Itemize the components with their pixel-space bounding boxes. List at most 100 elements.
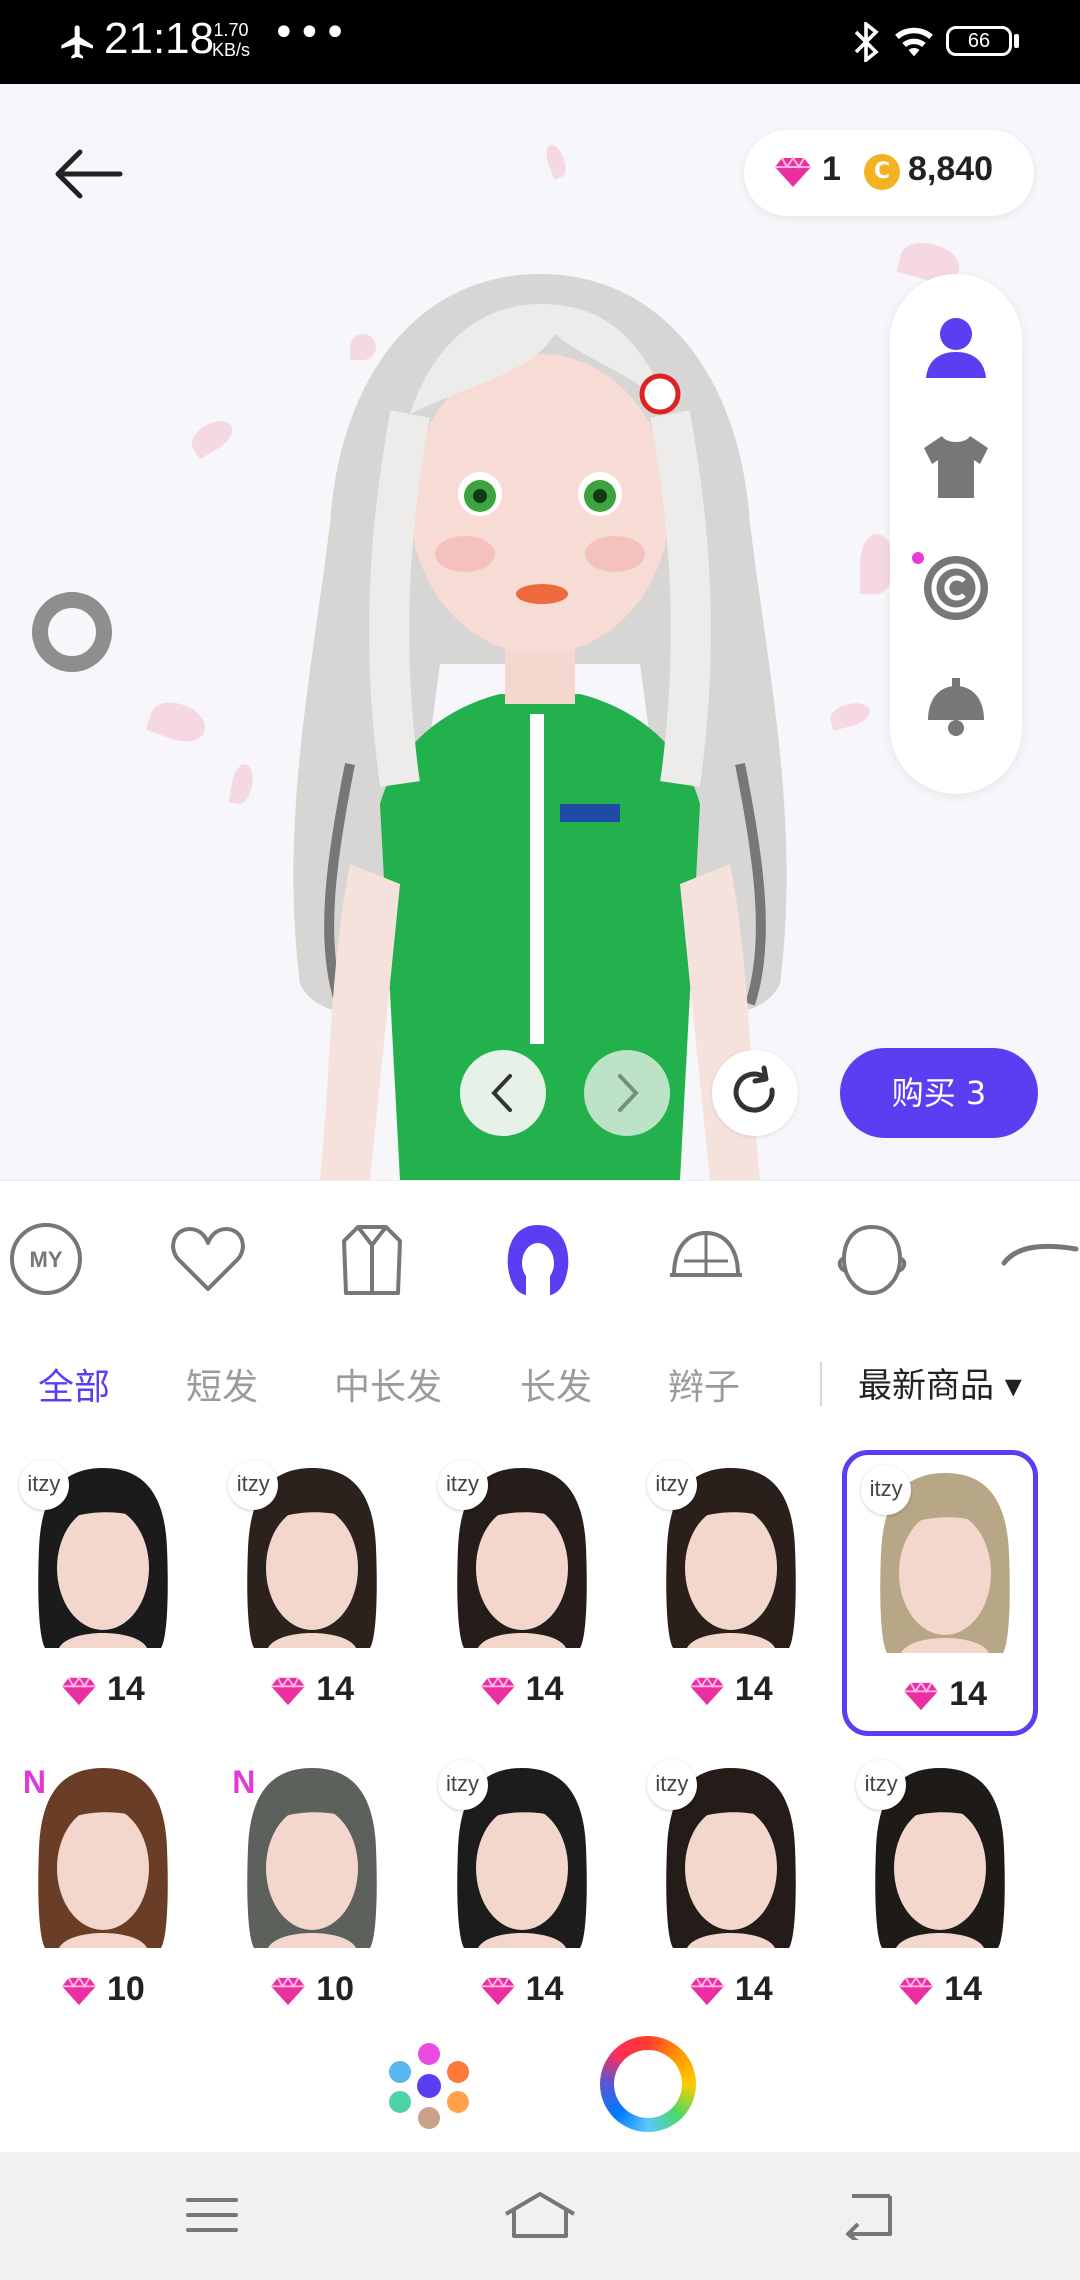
new-badge: N <box>232 1764 256 1800</box>
brand-badge: itzy <box>856 1760 907 1810</box>
back-nav-icon <box>846 2194 892 2244</box>
previous-item-button[interactable] <box>460 1050 546 1136</box>
hair-item[interactable]: N 10 <box>5 1750 201 2036</box>
hair-item[interactable]: itzy 14 <box>424 1450 620 1736</box>
petal-decoration <box>145 695 211 749</box>
my-icon: MY <box>10 1223 82 1295</box>
category-outfit[interactable] <box>330 1217 414 1301</box>
hair-item[interactable]: itzy 14 <box>633 1450 829 1736</box>
item-price-value: 14 <box>944 1970 983 2008</box>
view-lamp-button[interactable] <box>916 668 996 748</box>
hair-length-tabs: 全部 短发 中长发 长发 辫子 最新商品 ▾ <box>0 1348 1080 1428</box>
coin-icon: C <box>864 154 900 190</box>
record-button[interactable] <box>32 592 112 672</box>
item-price: 14 <box>847 1675 1043 1714</box>
tab-all[interactable]: 全部 <box>38 1358 110 1410</box>
view-side-menu <box>890 274 1022 794</box>
item-price: 14 <box>5 1670 201 1709</box>
category-my[interactable]: MY <box>4 1217 88 1301</box>
gem-icon <box>480 1976 515 2006</box>
battery-indicator: 66 <box>946 26 1012 56</box>
gem-icon <box>62 1676 96 1706</box>
hair-item[interactable]: itzy 14 <box>633 1750 829 2036</box>
person-icon <box>926 318 986 378</box>
home-button[interactable] <box>502 2190 576 2240</box>
category-face[interactable] <box>830 1217 914 1301</box>
bluetooth-icon <box>854 22 879 62</box>
heart-icon <box>171 1227 245 1291</box>
clock: 21:18 <box>104 14 215 63</box>
category-favorites[interactable] <box>166 1217 250 1301</box>
tab-short[interactable]: 短发 <box>186 1358 258 1410</box>
gem-icon <box>480 1676 515 1706</box>
hair-item[interactable]: N 10 <box>214 1750 410 2036</box>
category-hat[interactable] <box>664 1217 748 1301</box>
brand-badge: itzy <box>646 1460 697 1510</box>
home-icon <box>504 2192 576 2238</box>
item-price-value: 14 <box>316 1670 355 1708</box>
chevron-right-icon <box>618 1074 639 1112</box>
view-copyright-button[interactable] <box>916 548 996 628</box>
petal-decoration <box>186 414 238 460</box>
hair-item[interactable]: itzy 14 <box>842 1450 1039 1736</box>
tab-long[interactable]: 长发 <box>520 1358 592 1410</box>
avatar-character <box>293 274 787 1180</box>
gem-icon <box>904 1681 939 1711</box>
face-icon <box>837 1224 907 1296</box>
hair-item[interactable]: itzy 14 <box>214 1450 410 1736</box>
color-presets-button[interactable] <box>384 2040 474 2130</box>
view-character-button[interactable] <box>916 306 996 386</box>
item-price-value: 10 <box>106 1970 145 2008</box>
brand-badge: itzy <box>18 1460 69 1510</box>
gem-icon <box>62 1976 96 2006</box>
hair-item[interactable]: itzy 14 <box>5 1450 201 1736</box>
network-speed: 1.70 KB/s <box>212 20 251 60</box>
gem-icon <box>690 1676 724 1706</box>
hair-item[interactable]: itzy 14 <box>424 1750 620 2036</box>
system-nav-bar <box>0 2152 1080 2280</box>
more-notifications-icon: ••• <box>272 10 349 56</box>
new-badge: N <box>22 1764 46 1800</box>
gem-icon <box>271 1676 306 1706</box>
gem-icon <box>271 1976 306 2006</box>
item-price-value: 14 <box>734 1670 773 1708</box>
tab-medium[interactable]: 中长发 <box>334 1358 442 1410</box>
sort-dropdown[interactable]: 最新商品 ▾ <box>858 1358 1022 1407</box>
brand-badge: itzy <box>646 1760 697 1810</box>
petal-decoration <box>542 142 570 180</box>
eyebrow-icon <box>1001 1243 1079 1266</box>
coin-count: 8,840 <box>908 150 994 188</box>
brand-badge: itzy <box>861 1465 912 1515</box>
back-nav-button[interactable] <box>838 2190 898 2244</box>
currency-balance[interactable]: 1 C 8,840 <box>744 130 1034 216</box>
avatar-preview: 1 C 8,840 购买 3 <box>0 84 1080 1180</box>
menu-button[interactable] <box>182 2190 242 2240</box>
item-price: 14 <box>842 1970 1038 2009</box>
category-eyebrow[interactable] <box>996 1217 1080 1301</box>
petal-decoration <box>860 534 894 594</box>
tab-braids[interactable]: 辫子 <box>668 1358 740 1410</box>
menu-icon <box>186 2198 238 2232</box>
hair-item[interactable]: itzy 14 <box>842 1750 1038 2036</box>
gem-icon <box>899 1976 934 2006</box>
next-item-button[interactable] <box>584 1050 670 1136</box>
buy-button[interactable]: 购买 3 <box>840 1048 1038 1138</box>
item-price-value: 14 <box>525 1970 564 2008</box>
cap-icon <box>670 1231 742 1277</box>
category-hair[interactable] <box>496 1217 580 1301</box>
item-price: 14 <box>424 1670 620 1709</box>
palette-icon <box>389 2043 469 2129</box>
brand-badge: itzy <box>437 1460 488 1510</box>
item-price: 10 <box>5 1970 201 2009</box>
item-price: 14 <box>633 1970 829 2009</box>
battery-tip <box>1014 34 1019 48</box>
view-outfit-button[interactable] <box>916 426 996 506</box>
reset-button[interactable] <box>712 1050 798 1136</box>
color-wheel-button[interactable] <box>600 2036 696 2132</box>
arrow-left-icon <box>55 149 123 199</box>
back-button[interactable] <box>50 144 130 204</box>
category-bar: MY <box>0 1180 1080 1329</box>
item-price-value: 14 <box>734 1970 773 2008</box>
gem-icon <box>690 1976 724 2006</box>
chevron-left-icon <box>491 1074 512 1112</box>
